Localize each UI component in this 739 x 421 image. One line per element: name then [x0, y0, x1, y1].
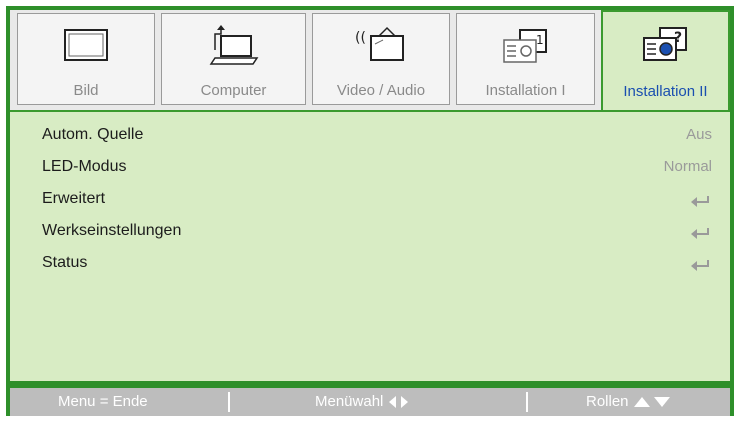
- projector-icon: 1: [457, 24, 594, 68]
- menu-panel: Autom. Quelle Aus LED-Modus Normal Erwei…: [10, 110, 730, 381]
- svg-text:1: 1: [536, 33, 544, 47]
- tab-label: Computer: [200, 82, 267, 99]
- left-right-arrows-icon: [388, 396, 408, 409]
- menu-item-werkseinstellungen[interactable]: Werkseinstellungen: [42, 220, 712, 244]
- menu-item-label: LED-Modus: [42, 158, 127, 175]
- status-bar: Menu = Ende Menüwahl Rollen: [10, 388, 730, 416]
- menu-item-label: Erweitert: [42, 190, 106, 207]
- tab-label: Installation II: [623, 83, 708, 100]
- menu-item-label: Autom. Quelle: [42, 126, 144, 143]
- tab-bar: Bild Computer ((Video / Audio 1 Install…: [10, 10, 730, 114]
- divider: [526, 392, 528, 412]
- menu-item-value: Normal: [663, 158, 712, 175]
- menu-item-label: Status: [42, 254, 88, 271]
- scroll-hint-label: Rollen: [586, 393, 629, 410]
- tv-signal-icon: ((: [313, 24, 449, 68]
- menu-item-led-modus[interactable]: LED-Modus Normal: [42, 156, 712, 180]
- select-hint: Menüwahl: [315, 393, 410, 410]
- monitor-icon: [18, 24, 154, 68]
- tab-computer[interactable]: Computer: [161, 13, 306, 105]
- laptop-icon: [162, 24, 305, 68]
- menu-item-status[interactable]: Status: [42, 252, 712, 276]
- tab-bild[interactable]: Bild: [17, 13, 155, 105]
- select-hint-label: Menüwahl: [315, 393, 384, 410]
- menu-item-label: Werkseinstellungen: [42, 222, 182, 239]
- menu-item-erweitert[interactable]: Erweitert: [42, 188, 712, 212]
- enter-icon: [690, 194, 710, 212]
- osd-menu-frame: Bild Computer ((Video / Audio 1 Install…: [6, 6, 734, 416]
- svg-text:?: ?: [674, 30, 682, 46]
- enter-icon: [690, 226, 710, 244]
- tab-video-audio[interactable]: (( Video / Audio: [312, 13, 450, 105]
- tab-label: Bild: [73, 82, 99, 99]
- tab-installation-1[interactable]: 1 Installation I: [456, 13, 595, 105]
- tab-label: Video / Audio: [336, 82, 426, 99]
- tab-label: Installation I: [485, 82, 566, 99]
- divider: [228, 392, 230, 412]
- up-down-arrows-icon: [633, 397, 670, 408]
- tab-installation-2[interactable]: ? Installation II: [601, 10, 730, 114]
- menu-item-autom-quelle[interactable]: Autom. Quelle Aus: [42, 124, 712, 148]
- exit-hint: Menu = Ende: [58, 393, 148, 410]
- enter-icon: [690, 258, 710, 276]
- svg-text:((: ((: [355, 30, 366, 46]
- scroll-hint: Rollen: [586, 393, 673, 410]
- projector-help-icon: ?: [603, 22, 728, 66]
- menu-item-value: Aus: [686, 126, 712, 143]
